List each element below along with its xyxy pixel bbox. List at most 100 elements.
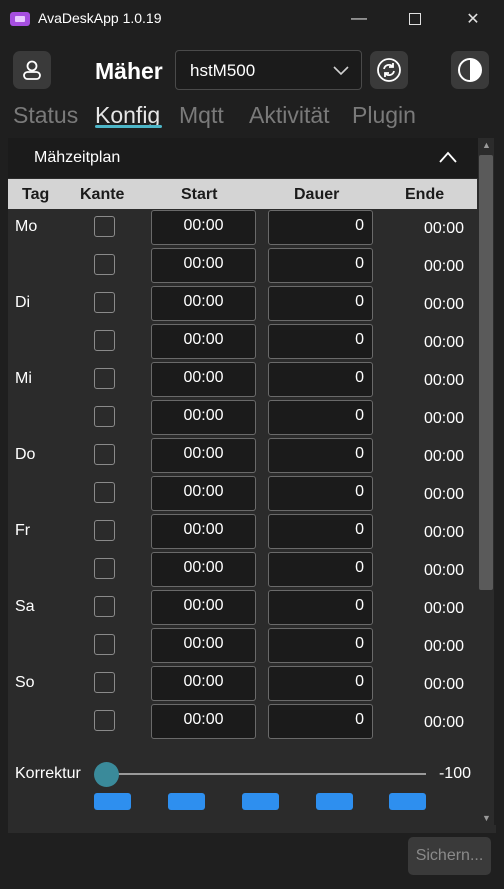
column-header-start: Start <box>181 186 218 203</box>
kante-checkbox[interactable] <box>94 596 115 617</box>
table-row: So 00:00 0 00:00 <box>8 666 478 704</box>
chevron-down-icon <box>333 66 349 76</box>
duration-input[interactable]: 0 <box>268 666 373 701</box>
start-time-input[interactable]: 00:00 <box>151 552 256 587</box>
start-time-input[interactable]: 00:00 <box>151 666 256 701</box>
duration-input[interactable]: 0 <box>268 514 373 549</box>
preset-button-4[interactable] <box>316 793 353 810</box>
minimize-icon: — <box>351 10 367 27</box>
device-select[interactable]: hstM500 <box>175 50 362 90</box>
duration-input[interactable]: 0 <box>268 286 373 321</box>
refresh-icon <box>377 58 401 82</box>
start-time-input[interactable]: 00:00 <box>151 476 256 511</box>
duration-input[interactable]: 0 <box>268 324 373 359</box>
end-time-value: 00:00 <box>423 714 464 731</box>
start-time-input[interactable]: 00:00 <box>151 590 256 625</box>
duration-input[interactable]: 0 <box>268 438 373 473</box>
kante-checkbox[interactable] <box>94 216 115 237</box>
table-row: Mi 00:00 0 00:00 <box>8 362 478 400</box>
close-button[interactable]: ✕ <box>444 0 502 38</box>
preset-button-5[interactable] <box>389 793 426 810</box>
kante-checkbox[interactable] <box>94 482 115 503</box>
end-time-value: 00:00 <box>423 220 464 237</box>
panel-header[interactable]: Mähzeitplan <box>8 138 478 178</box>
preset-button-3[interactable] <box>242 793 279 810</box>
theme-toggle-button[interactable] <box>451 51 489 89</box>
kante-checkbox[interactable] <box>94 406 115 427</box>
end-time-value: 00:00 <box>423 562 464 579</box>
start-time-input[interactable]: 00:00 <box>151 248 256 283</box>
end-time-value: 00:00 <box>423 448 464 465</box>
maximize-button[interactable] <box>386 0 444 38</box>
preset-button-2[interactable] <box>168 793 205 810</box>
column-header-dauer: Dauer <box>294 186 340 203</box>
end-time-value: 00:00 <box>423 410 464 427</box>
duration-input[interactable]: 0 <box>268 476 373 511</box>
start-time-input[interactable]: 00:00 <box>151 286 256 321</box>
start-time-input[interactable]: 00:00 <box>151 628 256 663</box>
kante-checkbox[interactable] <box>94 710 115 731</box>
kante-checkbox[interactable] <box>94 254 115 275</box>
tab-aktivitaet[interactable]: Aktivität <box>249 102 330 129</box>
table-row: Mo 00:00 0 00:00 <box>8 210 478 248</box>
day-label: So <box>15 674 35 691</box>
start-time-input[interactable]: 00:00 <box>151 362 256 397</box>
profile-button[interactable] <box>13 51 51 89</box>
korrektur-slider-thumb[interactable] <box>94 762 119 787</box>
duration-input[interactable]: 0 <box>268 590 373 625</box>
start-time-input[interactable]: 00:00 <box>151 704 256 739</box>
table-header: Tag Kante Start Dauer Ende <box>8 179 477 209</box>
theme-contrast-icon <box>458 58 482 82</box>
column-header-kante: Kante <box>80 186 125 203</box>
tab-mqtt[interactable]: Mqtt <box>179 102 224 129</box>
kante-checkbox[interactable] <box>94 444 115 465</box>
refresh-button[interactable] <box>370 51 408 89</box>
tab-status[interactable]: Status <box>13 102 78 129</box>
kante-checkbox[interactable] <box>94 558 115 579</box>
title-bar: AvaDeskApp 1.0.19 — ✕ <box>0 0 504 38</box>
duration-input[interactable]: 0 <box>268 362 373 397</box>
preset-button-1[interactable] <box>94 793 131 810</box>
day-label: Sa <box>15 598 35 615</box>
table-row: Do 00:00 0 00:00 <box>8 438 478 476</box>
korrektur-slider-track[interactable] <box>106 773 426 775</box>
day-label: Mo <box>15 218 38 235</box>
day-label: Do <box>15 446 36 463</box>
kante-checkbox[interactable] <box>94 634 115 655</box>
kante-checkbox[interactable] <box>94 672 115 693</box>
column-header-tag: Tag <box>22 186 50 203</box>
scroll-up-icon[interactable]: ▲ <box>482 140 491 150</box>
kante-checkbox[interactable] <box>94 330 115 351</box>
korrektur-value: -100 <box>438 765 471 782</box>
kante-checkbox[interactable] <box>94 368 115 389</box>
duration-input[interactable]: 0 <box>268 552 373 587</box>
active-tab-indicator <box>95 125 162 128</box>
duration-input[interactable]: 0 <box>268 210 373 245</box>
duration-input[interactable]: 0 <box>268 628 373 663</box>
table-row: 00:00 0 00:00 <box>8 248 478 286</box>
save-button[interactable]: Sichern... <box>408 837 491 875</box>
end-time-value: 00:00 <box>423 638 464 655</box>
maximize-icon <box>409 13 421 25</box>
start-time-input[interactable]: 00:00 <box>151 210 256 245</box>
kante-checkbox[interactable] <box>94 292 115 313</box>
tab-bar: Status Konfig Mqtt Aktivität Plugin <box>0 100 504 136</box>
end-time-value: 00:00 <box>423 258 464 275</box>
start-time-input[interactable]: 00:00 <box>151 324 256 359</box>
table-row: 00:00 0 00:00 <box>8 628 478 666</box>
user-icon <box>23 60 41 80</box>
tab-plugin[interactable]: Plugin <box>352 102 416 129</box>
duration-input[interactable]: 0 <box>268 704 373 739</box>
start-time-input[interactable]: 00:00 <box>151 438 256 473</box>
scroll-down-icon[interactable]: ▼ <box>482 813 491 823</box>
duration-input[interactable]: 0 <box>268 248 373 283</box>
window-title: AvaDeskApp 1.0.19 <box>38 10 162 26</box>
end-time-value: 00:00 <box>423 334 464 351</box>
kante-checkbox[interactable] <box>94 520 115 541</box>
duration-input[interactable]: 0 <box>268 400 373 435</box>
start-time-input[interactable]: 00:00 <box>151 400 256 435</box>
start-time-input[interactable]: 00:00 <box>151 514 256 549</box>
chevron-up-icon[interactable] <box>438 150 458 164</box>
scrollbar-thumb[interactable] <box>479 155 493 590</box>
minimize-button[interactable]: — <box>330 0 388 38</box>
